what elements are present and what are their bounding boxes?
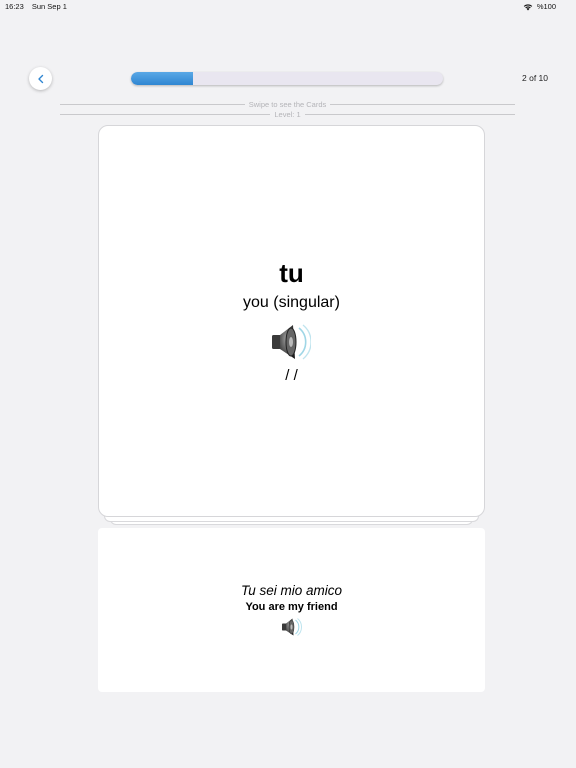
card-phonetic: / / [285, 367, 298, 384]
speaker-icon[interactable] [280, 617, 302, 637]
status-date: Sun Sep 1 [31, 2, 67, 11]
flash-card[interactable]: tu you (singular) / / [98, 125, 485, 517]
status-left: 16:23 Sun Sep 1 [5, 2, 67, 11]
progress-text: 2 of 10 [522, 73, 548, 83]
example-sentence: Tu sei mio amico [240, 583, 343, 598]
level-label: Level: 1 [274, 110, 301, 119]
status-bar: 16:23 Sun Sep 1 %100 [0, 0, 576, 14]
card-translation: you (singular) [243, 294, 340, 311]
swipe-hint: Swipe to see the Cards [60, 100, 516, 109]
progress-fill [131, 72, 194, 85]
example-card: Tu sei mio amico You are my friend [98, 528, 485, 692]
status-right: %100 [523, 2, 556, 11]
wifi-icon [523, 3, 533, 10]
speaker-icon[interactable] [269, 322, 311, 362]
progress-bar [131, 72, 443, 85]
card-word: tu [279, 258, 304, 288]
status-time: 16:23 [5, 2, 24, 11]
battery-text: %100 [536, 2, 556, 11]
swipe-hint-label: Swipe to see the Cards [248, 100, 327, 109]
chevron-left-icon [37, 74, 43, 83]
level-hint: Level: 1 [60, 110, 515, 119]
example-translation: You are my friend [245, 601, 338, 613]
back-button[interactable] [29, 67, 52, 90]
